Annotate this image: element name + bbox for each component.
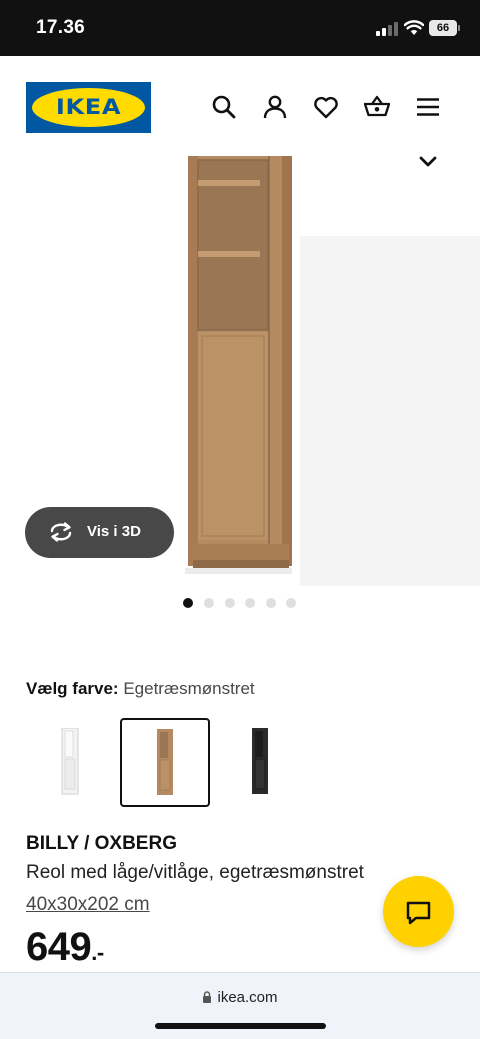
product-size-link[interactable]: 40x30x202 cm	[26, 894, 150, 916]
rotate-3d-icon	[50, 522, 72, 542]
menu-icon[interactable]	[414, 93, 442, 121]
gallery-dot-5[interactable]	[266, 598, 276, 608]
chevron-down-icon[interactable]	[418, 156, 438, 170]
logo-text: IKEA	[55, 95, 122, 119]
white-bookcase-thumbnail	[61, 728, 79, 795]
ikea-logo[interactable]: IKEA	[26, 82, 151, 133]
status-bar: 17.36 66	[0, 0, 480, 56]
signal-icon	[376, 22, 398, 36]
url-display[interactable]: ikea.com	[0, 989, 480, 1006]
oak-bookcase-thumbnail	[157, 729, 173, 795]
url-text: ikea.com	[217, 989, 278, 1006]
price-amount: 649	[26, 925, 92, 969]
chat-icon	[406, 901, 431, 925]
chat-button[interactable]	[383, 876, 454, 947]
wifi-icon	[404, 20, 424, 35]
gallery-dot-3[interactable]	[225, 598, 235, 608]
browser-address-bar[interactable]: ikea.com	[0, 972, 480, 1039]
color-swatch-oak[interactable]	[120, 718, 210, 807]
battery-tip	[458, 25, 460, 31]
lock-icon	[203, 991, 212, 1003]
bookcase-image	[185, 156, 292, 574]
user-icon[interactable]	[261, 93, 289, 121]
view-in-3d-button[interactable]: Vis i 3D	[25, 507, 174, 558]
color-value: Egetræsmønstret	[123, 679, 255, 698]
black-bookcase-thumbnail	[252, 728, 268, 794]
image-backdrop	[300, 236, 480, 586]
gallery-dot-6[interactable]	[286, 598, 296, 608]
color-label-title: Vælg farve:	[26, 679, 119, 698]
color-swatch-black[interactable]	[215, 718, 305, 807]
gallery-dot-4[interactable]	[245, 598, 255, 608]
color-swatch-white[interactable]	[25, 718, 115, 807]
site-header: IKEA	[0, 56, 480, 156]
basket-icon[interactable]	[363, 93, 391, 121]
product-description: Reol med låge/vitlåge, egetræsmønstret	[26, 862, 364, 883]
battery-indicator: 66	[429, 20, 457, 36]
gallery-dot-1[interactable]	[183, 598, 193, 608]
product-name: BILLY / OXBERG	[26, 833, 177, 854]
search-icon[interactable]	[210, 93, 238, 121]
price-suffix: .-	[91, 940, 104, 965]
heart-icon[interactable]	[312, 93, 340, 121]
view-in-3d-label: Vis i 3D	[87, 523, 141, 540]
home-indicator	[155, 1023, 326, 1029]
color-label: Vælg farve: Egetræsmønstret	[26, 679, 255, 699]
status-time: 17.36	[36, 17, 86, 38]
gallery-dot-2[interactable]	[204, 598, 214, 608]
product-price: 649.-	[26, 925, 104, 970]
